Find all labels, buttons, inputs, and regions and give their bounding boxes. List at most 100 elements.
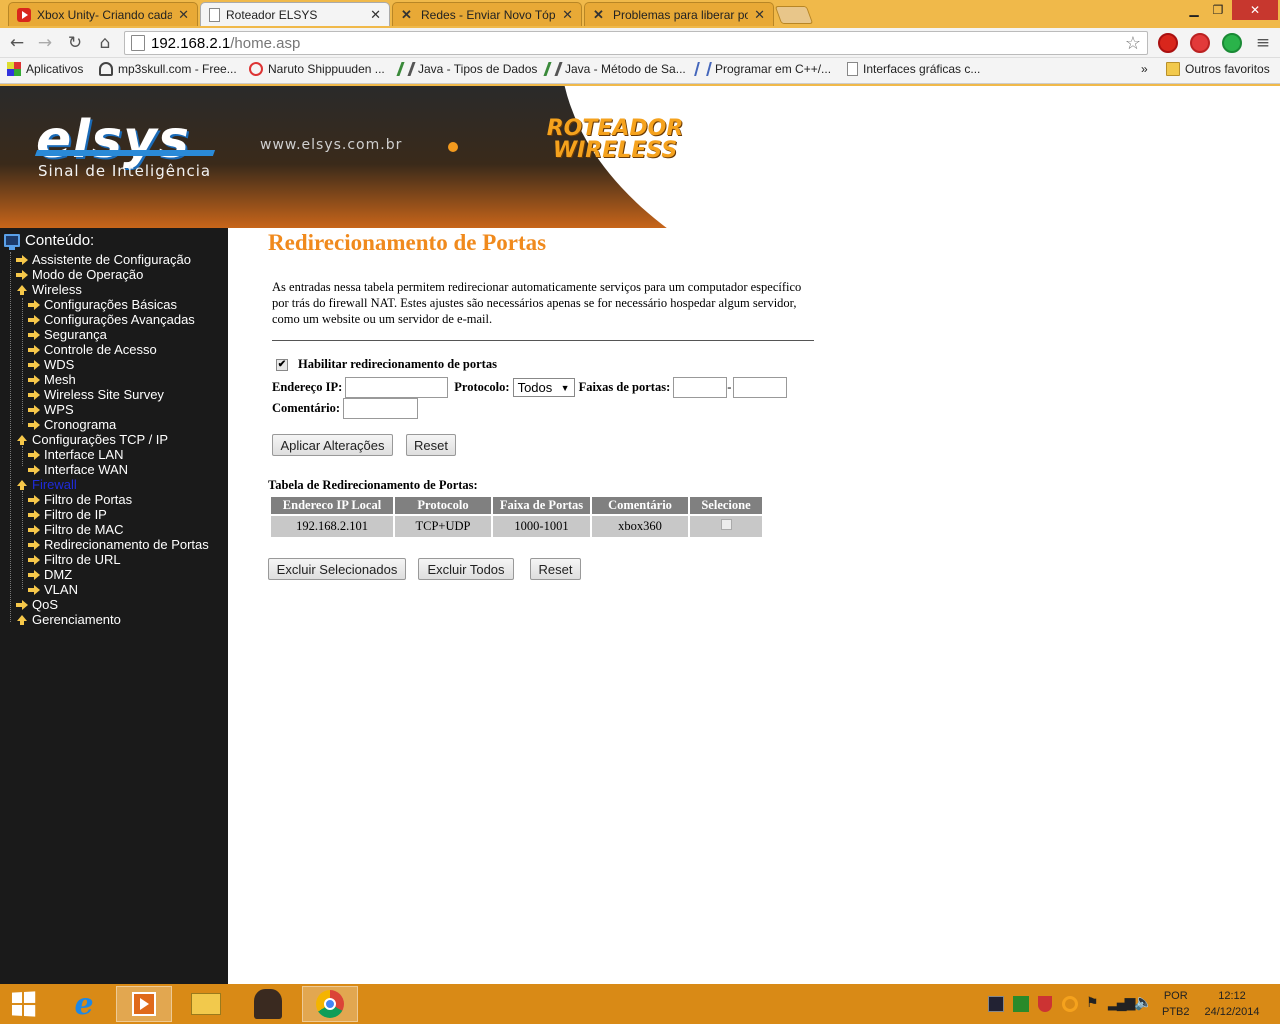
window-close-button[interactable]: ✕ — [1232, 0, 1278, 20]
minimize-button[interactable]: ▁ — [1182, 0, 1206, 20]
sidebar-item-seguranca[interactable]: Segurança — [28, 327, 107, 342]
chrome-icon[interactable] — [302, 986, 358, 1022]
sidebar-item-interface-wan[interactable]: Interface WAN — [28, 462, 128, 477]
enable-label: Habilitar redirecionamento de portas — [298, 357, 497, 371]
sidebar-item-vlan[interactable]: VLAN — [28, 582, 78, 597]
new-tab-button[interactable] — [774, 6, 814, 24]
apply-changes-button[interactable]: Aplicar Alterações — [272, 434, 393, 456]
bookmarks-overflow-button[interactable]: » — [1141, 62, 1148, 76]
nvidia-icon[interactable] — [1013, 996, 1029, 1012]
clock-time: 12:12 — [1218, 990, 1246, 1002]
sidebar-item-filtro-de-mac[interactable]: Filtro de MAC — [28, 522, 123, 537]
close-icon[interactable]: ✕ — [754, 7, 765, 23]
sidebar-item-firewall[interactable]: Firewall — [16, 477, 77, 492]
tray-monitor-icon[interactable] — [988, 996, 1004, 1012]
language-indicator[interactable]: POR PTB2 — [1162, 990, 1190, 1018]
media-player-icon[interactable] — [116, 986, 172, 1022]
arrow-right-icon — [16, 269, 28, 280]
volume-icon[interactable]: 🔈 — [1134, 993, 1153, 1011]
bookmark-naruto[interactable]: Naruto Shippuuden ... — [249, 62, 385, 76]
back-button[interactable]: ← — [6, 32, 28, 54]
bookmark-interfaces[interactable]: Interfaces gráficas c... — [847, 62, 980, 76]
sidebar-item-wireless[interactable]: Wireless — [16, 282, 82, 297]
internet-explorer-icon[interactable]: e — [56, 986, 112, 1022]
sidebar-item-wds[interactable]: WDS — [28, 357, 74, 372]
sidebar-item-filtro-de-ip[interactable]: Filtro de IP — [28, 507, 107, 522]
reload-button[interactable]: ↻ — [64, 32, 86, 54]
tab-problemas[interactable]: ✕ Problemas para liberar po ✕ — [584, 2, 774, 26]
bookmark-star-icon[interactable]: ☆ — [1125, 33, 1141, 54]
sidebar-item-wps[interactable]: WPS — [28, 402, 74, 417]
tab-label: Problemas para liberar po — [613, 7, 749, 22]
sidebar-item-qos[interactable]: QoS — [16, 597, 58, 612]
lastpass-extension-icon[interactable] — [1190, 33, 1210, 53]
clock[interactable]: 12:12 24/12/2014 — [1202, 990, 1262, 1018]
reset-table-button[interactable]: Reset — [530, 558, 581, 580]
menu-icon[interactable]: ≡ — [1252, 32, 1274, 54]
arrow-right-icon — [28, 389, 40, 400]
arrow-right-icon — [28, 419, 40, 430]
port-from-input[interactable] — [673, 377, 728, 398]
comment-input[interactable] — [343, 398, 419, 419]
row-select-checkbox[interactable] — [720, 519, 732, 530]
sidebar-item-dmz[interactable]: DMZ — [28, 567, 72, 582]
delete-selected-button[interactable]: Excluir Selecionados — [268, 558, 406, 580]
shield-icon[interactable] — [1038, 996, 1052, 1012]
bookmark-mp3skull[interactable]: mp3skull.com - Free... — [99, 62, 237, 76]
arrow-right-icon — [28, 464, 40, 475]
cell-ports: 1000-1001 — [493, 516, 590, 537]
youtube-icon — [17, 7, 31, 22]
close-icon[interactable]: ✕ — [178, 7, 189, 23]
sidebar-item-controle-de-acesso[interactable]: Controle de Acesso — [28, 342, 157, 357]
address-bar[interactable]: 192.168.2.1/home.asp ☆ — [124, 31, 1148, 55]
arrow-right-icon — [28, 314, 40, 325]
close-icon[interactable]: ✕ — [562, 7, 573, 23]
sidebar-item-interface-lan[interactable]: Interface LAN — [28, 447, 124, 462]
bookmark-aplicativos[interactable]: Aplicativos — [7, 62, 83, 76]
arrow-right-icon — [28, 554, 40, 565]
reset-button[interactable]: Reset — [406, 434, 456, 456]
tab-xbox-unity[interactable]: Xbox Unity- Criando cada ✕ — [8, 2, 198, 26]
sidebar-item-wireless-site-survey[interactable]: Wireless Site Survey — [28, 387, 164, 402]
adblock-extension-icon[interactable] — [1158, 33, 1178, 53]
page-viewport: elsys Sinal de Inteligência www.elsys.co… — [0, 86, 1280, 984]
home-button[interactable]: ⌂ — [94, 32, 116, 54]
sidebar-item-redirecionamento-de-portas[interactable]: Redirecionamento de Portas — [28, 537, 209, 552]
tab-roteador-elsys[interactable]: Roteador ELSYS ✕ — [200, 2, 390, 26]
sidebar-item-assistente-de-configuracao[interactable]: Assistente de Configuração — [16, 252, 191, 267]
header-url: www.elsys.com.br — [260, 137, 403, 153]
game-character-icon[interactable] — [240, 986, 296, 1022]
forward-button[interactable]: → — [34, 32, 56, 54]
language-code: POR — [1163, 990, 1188, 1002]
network-signal-icon[interactable]: ▂▄▆ — [1108, 994, 1135, 1011]
bookmark-java-tipos[interactable]: Java - Tipos de Dados — [396, 62, 537, 76]
avast-icon[interactable] — [1062, 996, 1078, 1012]
delete-all-button[interactable]: Excluir Todos — [418, 558, 514, 580]
bookmark-java-metodo[interactable]: Java - Método de Sa... — [543, 62, 686, 76]
start-button[interactable] — [0, 986, 46, 1022]
sidebar-item-configuracoes-tcp-ip[interactable]: Configurações TCP / IP — [16, 432, 168, 447]
sidebar-item-filtro-de-url[interactable]: Filtro de URL — [28, 552, 121, 567]
protocol-select[interactable]: Todos ▼ — [512, 378, 575, 397]
sidebar-item-cronograma[interactable]: Cronograma — [28, 417, 116, 432]
divider — [272, 340, 814, 341]
other-bookmarks-folder[interactable]: Outros favoritos — [1166, 62, 1270, 76]
bookmark-programar-cpp[interactable]: Programar em C++/... — [694, 62, 831, 76]
file-explorer-icon[interactable] — [178, 986, 234, 1022]
sidebar-item-label: Modo de Operação — [32, 267, 144, 282]
maximize-button[interactable]: ❐ — [1206, 0, 1230, 20]
port-to-input[interactable] — [733, 377, 788, 398]
sidebar-item-configuracoes-basicas[interactable]: Configurações Básicas — [28, 297, 177, 312]
sidebar-header: Conteúdo: — [4, 232, 94, 250]
action-center-flag-icon[interactable]: ⚑ — [1086, 994, 1099, 1011]
sidebar-item-mesh[interactable]: Mesh — [28, 372, 76, 387]
sidebar-item-modo-de-operacao[interactable]: Modo de Operação — [16, 267, 143, 282]
sidebar-item-gerenciamento[interactable]: Gerenciamento — [16, 612, 121, 627]
ip-address-input[interactable] — [345, 377, 449, 398]
enable-checkbox[interactable]: ✔ — [276, 358, 288, 371]
sidebar-item-filtro-de-portas[interactable]: Filtro de Portas — [28, 492, 132, 507]
grammar-extension-icon[interactable] — [1222, 33, 1242, 53]
close-icon[interactable]: ✕ — [370, 7, 381, 23]
tab-redes-enviar[interactable]: ✕ Redes - Enviar Novo Tópic ✕ — [392, 2, 582, 26]
sidebar-item-configuracoes-avancadas[interactable]: Configurações Avançadas — [28, 312, 195, 327]
